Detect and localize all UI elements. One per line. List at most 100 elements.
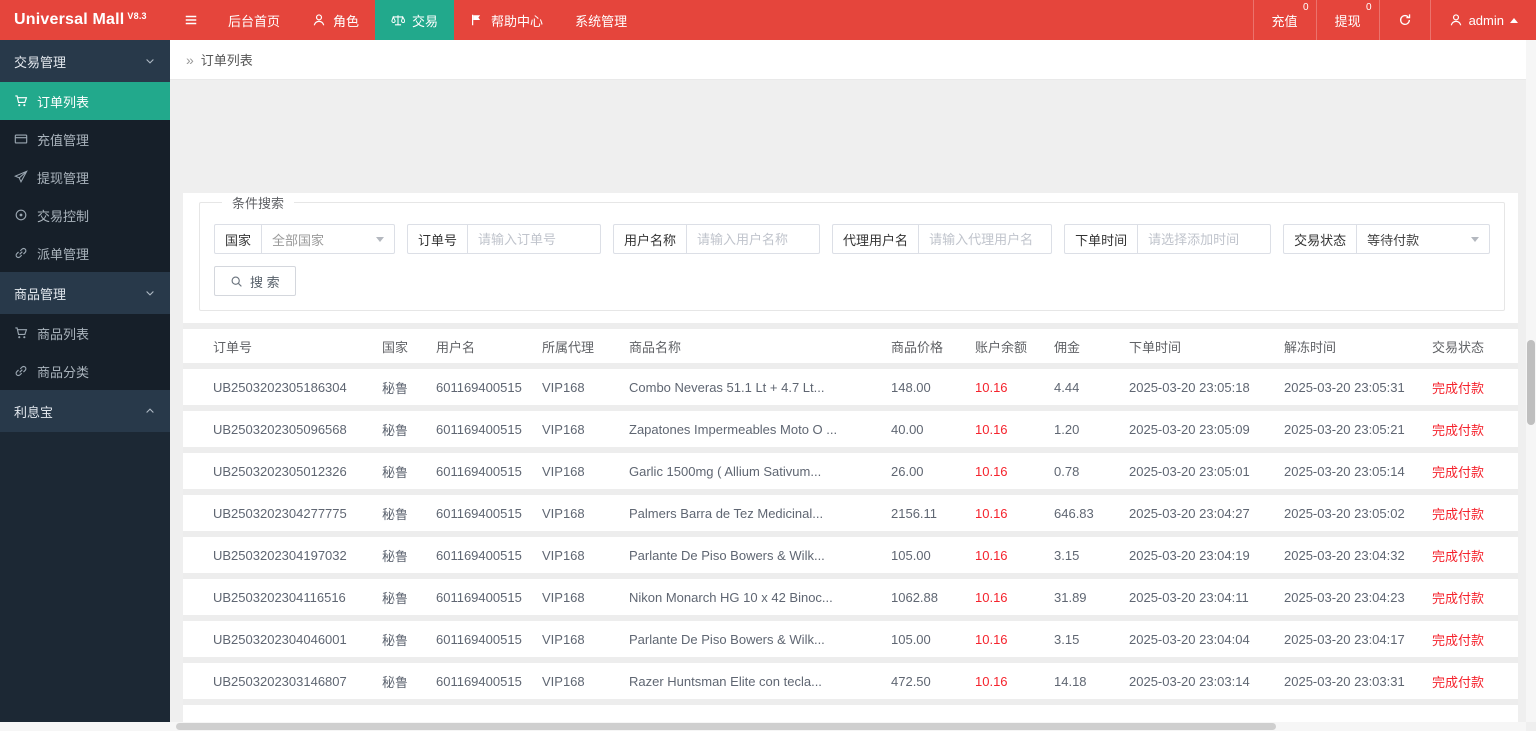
recharge-badge: 0 xyxy=(1303,2,1309,13)
cell-trade-status: 完成付款 xyxy=(1432,579,1518,615)
chevron-up-icon xyxy=(144,405,156,417)
nav-label: 帮助中心 xyxy=(491,13,544,29)
cell-username: 601169400515 xyxy=(436,537,542,573)
cell-order-no: UB2503202304197032 xyxy=(183,537,382,573)
country-select[interactable]: 全部国家 xyxy=(262,225,394,253)
trade-status-select-value: 等待付款 xyxy=(1367,232,1420,248)
header-username: 用户名 xyxy=(436,329,542,363)
cell-country: 秘鲁 xyxy=(382,579,436,615)
page-title: 订单列表 xyxy=(200,53,253,68)
country-label: 国家 xyxy=(215,225,263,253)
cell-order-time: 2025-03-20 23:04:04 xyxy=(1129,621,1284,657)
search-button[interactable]: 搜 索 xyxy=(214,266,296,296)
withdraw-button[interactable]: 提现 0 xyxy=(1315,0,1379,40)
sidebar-item-recharge-management[interactable]: 充值管理 xyxy=(0,120,170,158)
nav-item-help-center[interactable]: 帮助中心 xyxy=(454,0,559,40)
trade-status-select[interactable]: 等待付款 xyxy=(1357,225,1489,253)
sidebar-group-goods-management[interactable]: 商品管理 xyxy=(0,272,170,314)
nav-item-home[interactable]: 后台首页 xyxy=(212,0,296,40)
withdraw-label: 提现 xyxy=(1334,13,1361,29)
header-product-price: 商品价格 xyxy=(891,329,975,363)
nav-item-system-management[interactable]: 系统管理 xyxy=(559,0,643,40)
user-name-input[interactable] xyxy=(687,225,820,253)
withdraw-badge: 0 xyxy=(1366,2,1372,13)
cell-unfreeze-time: 2025-03-20 23:05:21 xyxy=(1284,411,1432,447)
cell-order-no: UB2503202304277775 xyxy=(183,495,382,531)
sidebar-group-trade-management[interactable]: 交易管理 xyxy=(0,40,170,82)
cell-trade-status: 完成付款 xyxy=(1432,495,1518,531)
table-row[interactable]: UB2503202305096568 秘鲁 601169400515 VIP16… xyxy=(183,411,1518,447)
cart-icon xyxy=(14,326,28,340)
cell-unfreeze-time: 2025-03-20 23:03:31 xyxy=(1284,663,1432,699)
user-name-label: 用户名称 xyxy=(614,225,688,253)
recharge-button[interactable]: 充值 0 xyxy=(1252,0,1316,40)
order-no-label: 订单号 xyxy=(408,225,469,253)
cell-country: 秘鲁 xyxy=(382,369,436,405)
cell-account-balance: 10.16 xyxy=(975,453,1054,489)
nav-label: 角色 xyxy=(333,13,360,29)
header-account-balance: 账户余额 xyxy=(975,329,1054,363)
chevron-down-icon xyxy=(144,55,156,67)
table-row[interactable]: UB2503202304116516 秘鲁 601169400515 VIP16… xyxy=(183,579,1518,615)
caret-down-icon xyxy=(1471,236,1480,242)
cell-product-price: 472.50 xyxy=(891,663,975,699)
nav-item-roles[interactable]: 角色 xyxy=(296,0,375,40)
table-row[interactable]: UB2503202304277775 秘鲁 601169400515 VIP16… xyxy=(183,495,1518,531)
sidebar-item-order-list[interactable]: 订单列表 xyxy=(0,82,170,120)
table-row[interactable]: UB2503202303146807 秘鲁 601169400515 VIP16… xyxy=(183,663,1518,699)
sidebar-item-withdraw-management[interactable]: 提现管理 xyxy=(0,158,170,196)
sidebar-item-label: 派单管理 xyxy=(37,246,90,262)
hamburger-icon xyxy=(184,13,198,27)
cell-username: 601169400515 xyxy=(436,621,542,657)
scales-icon xyxy=(391,13,405,27)
table-row[interactable]: UB2503202305012326 秘鲁 601169400515 VIP16… xyxy=(183,453,1518,489)
cell-account-balance: 10.16 xyxy=(975,663,1054,699)
cell-account-balance: 10.16 xyxy=(975,369,1054,405)
horizontal-scrollbar-thumb[interactable] xyxy=(176,723,1276,730)
sidebar-item-trade-control[interactable]: 交易控制 xyxy=(0,196,170,234)
vertical-scrollbar[interactable] xyxy=(1526,40,1536,722)
cell-order-time: 2025-03-20 23:03:14 xyxy=(1129,663,1284,699)
cell-agent: VIP168 xyxy=(542,495,629,531)
vertical-scrollbar-thumb[interactable] xyxy=(1527,340,1535,425)
cell-product-price: 105.00 xyxy=(891,537,975,573)
order-no-input[interactable] xyxy=(468,225,601,253)
person-icon xyxy=(312,13,326,27)
table-row[interactable]: UB2503202304046001 秘鲁 601169400515 VIP16… xyxy=(183,621,1518,657)
user-menu[interactable]: admin xyxy=(1429,0,1536,40)
cell-username: 601169400515 xyxy=(436,663,542,699)
sidebar-item-dispatch-management[interactable]: 派单管理 xyxy=(0,234,170,272)
cell-country: 秘鲁 xyxy=(382,621,436,657)
country-select-value: 全部国家 xyxy=(272,232,325,248)
cell-product-price: 40.00 xyxy=(891,411,975,447)
topbar: Universal Mall V8.3 后台首页 角色 交易 帮助中心 系统管理… xyxy=(0,0,1536,40)
sidebar-toggle-button[interactable] xyxy=(170,0,212,40)
search-fields-row: 国家 全部国家 订单号 用户名称 代理用户名 xyxy=(214,224,1491,254)
app-version: V8.3 xyxy=(127,11,147,21)
horizontal-scrollbar[interactable] xyxy=(0,722,1526,731)
sidebar-item-goods-list[interactable]: 商品列表 xyxy=(0,314,170,352)
header-agent: 所属代理 xyxy=(542,329,629,363)
cell-product-price: 1062.88 xyxy=(891,579,975,615)
cell-trade-status: 完成付款 xyxy=(1432,453,1518,489)
sidebar-item-label: 充值管理 xyxy=(37,132,90,148)
cell-username: 601169400515 xyxy=(436,579,542,615)
cell-product-name: Zapatones Impermeables Moto O ... xyxy=(629,411,891,447)
cell-order-time: 2025-03-20 23:04:19 xyxy=(1129,537,1284,573)
app-logo: Universal Mall V8.3 xyxy=(0,0,170,40)
cell-unfreeze-time: 2025-03-20 23:05:14 xyxy=(1284,453,1432,489)
table-row[interactable]: UB2503202305186304 秘鲁 601169400515 VIP16… xyxy=(183,369,1518,405)
cell-username: 601169400515 xyxy=(436,369,542,405)
caret-down-icon xyxy=(376,236,385,242)
sidebar-group-interest-treasure[interactable]: 利息宝 xyxy=(0,390,170,432)
cell-product-price: 2156.11 xyxy=(891,495,975,531)
link-icon xyxy=(14,364,28,378)
agent-name-input[interactable] xyxy=(919,225,1052,253)
sidebar-item-goods-category[interactable]: 商品分类 xyxy=(0,352,170,390)
nav-item-trade[interactable]: 交易 xyxy=(375,0,455,40)
cell-trade-status: 完成付款 xyxy=(1432,621,1518,657)
cell-product-price: 26.00 xyxy=(891,453,975,489)
order-time-input[interactable] xyxy=(1138,225,1271,253)
refresh-button[interactable] xyxy=(1378,0,1430,40)
table-row[interactable]: UB2503202304197032 秘鲁 601169400515 VIP16… xyxy=(183,537,1518,573)
